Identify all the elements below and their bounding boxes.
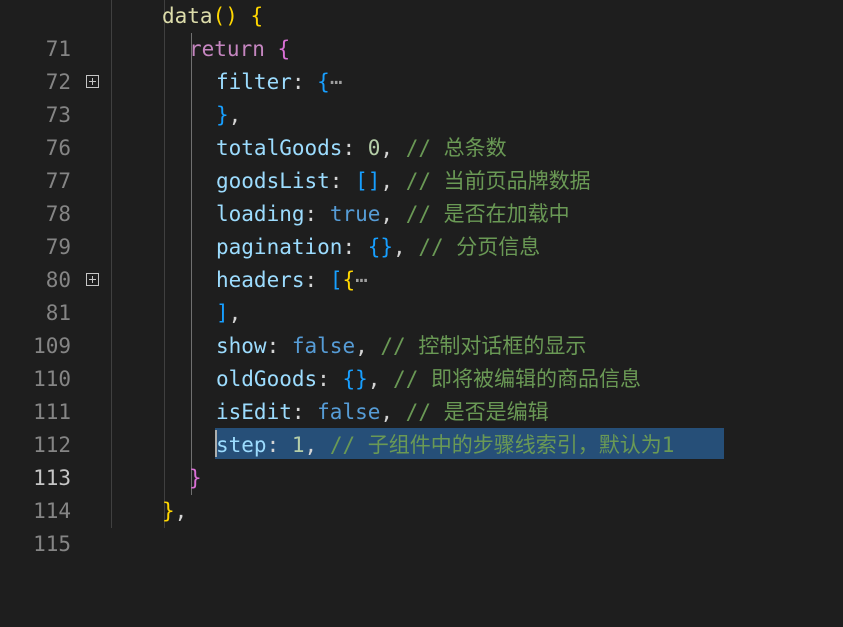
bracket: [ xyxy=(329,268,343,292)
comma: , xyxy=(304,433,330,457)
brace: { xyxy=(264,37,291,61)
paren: () xyxy=(212,4,238,28)
comma: , xyxy=(380,136,406,160)
colon: : xyxy=(266,433,292,457)
property-name: loading xyxy=(216,202,305,226)
property-name: step xyxy=(216,433,267,457)
comma: , xyxy=(228,301,242,325)
code-line-active[interactable]: 113 step: 1, // 子组件中的步骤线索引，默认为1 xyxy=(0,429,843,490)
colon: : xyxy=(317,367,343,391)
code-line[interactable]: 111 oldGoods: {}, // 即将被编辑的商品信息 xyxy=(0,363,843,424)
code-line[interactable]: 77 totalGoods: 0, // 总条数 xyxy=(0,132,843,193)
code-line[interactable]: 80 pagination: {}, // 分页信息 xyxy=(0,231,843,292)
brace: } xyxy=(216,103,229,127)
colon: : xyxy=(304,202,330,226)
code-line[interactable]: 79 loading: true, // 是否在加载中 xyxy=(0,198,843,259)
colon: : xyxy=(304,268,330,292)
function-name: data xyxy=(162,4,213,28)
comment: // 即将被编辑的商品信息 xyxy=(393,367,641,391)
comma: , xyxy=(355,334,381,358)
fold-expand-icon[interactable] xyxy=(86,273,99,286)
comma: , xyxy=(367,367,394,391)
text-cursor xyxy=(215,430,217,457)
value: {} xyxy=(367,235,394,259)
code-line[interactable]: 73 filter: {⋯ xyxy=(0,66,843,127)
colon: : xyxy=(291,70,318,94)
code-line[interactable]: 78 goodsList: [], // 当前页品牌数据 xyxy=(0,165,843,226)
comment: // 是否在加载中 xyxy=(405,202,570,226)
comment: // 子组件中的步骤线索引，默认为1 xyxy=(329,433,675,457)
comma: , xyxy=(380,400,406,424)
colon: : xyxy=(291,400,318,424)
code-line[interactable]: 110 show: false, // 控制对话框的显示 xyxy=(0,330,843,391)
folded-ellipsis-icon[interactable]: ⋯ xyxy=(355,268,368,292)
brace: { xyxy=(342,268,356,292)
property-name: filter xyxy=(216,70,292,94)
property-name: oldGoods xyxy=(216,367,318,391)
colon: : xyxy=(342,136,368,160)
property-name: totalGoods xyxy=(216,136,343,160)
brace: { xyxy=(317,70,330,94)
comma: , xyxy=(393,235,419,259)
keyword: return xyxy=(189,37,265,61)
value: true xyxy=(329,202,381,226)
brace: } xyxy=(162,499,175,523)
value: false xyxy=(317,400,381,424)
comment: // 分页信息 xyxy=(418,235,541,259)
code-line[interactable]: 81 headers: [{⋯ xyxy=(0,264,843,325)
comma: , xyxy=(380,169,406,193)
code-line[interactable]: 76 }, xyxy=(0,99,843,160)
brace: { xyxy=(237,4,264,28)
comment: // 总条数 xyxy=(405,136,507,160)
value: 0 xyxy=(367,136,381,160)
bracket: ] xyxy=(216,301,229,325)
comma: , xyxy=(380,202,406,226)
property-name: goodsList xyxy=(216,169,330,193)
code-line[interactable]: 109 ], xyxy=(0,297,843,358)
folded-ellipsis-icon[interactable]: ⋯ xyxy=(330,70,343,94)
colon: : xyxy=(342,235,368,259)
comment: // 是否是编辑 xyxy=(405,400,549,424)
comma: , xyxy=(174,499,188,523)
comment: // 当前页品牌数据 xyxy=(405,169,591,193)
code-line[interactable]: 71 data() { xyxy=(0,0,843,61)
colon: : xyxy=(329,169,356,193)
property-name: headers xyxy=(216,268,305,292)
brace: } xyxy=(189,466,202,490)
fold-expand-icon[interactable] xyxy=(86,75,99,88)
code-line[interactable]: 114 } xyxy=(0,462,843,523)
value: 1 xyxy=(291,433,305,457)
comment: // 控制对话框的显示 xyxy=(380,334,587,358)
comma: , xyxy=(228,103,242,127)
code-editor[interactable]: 71 data() { 72 return { 73 filter: {⋯ 76… xyxy=(0,0,843,556)
value: [] xyxy=(355,169,381,193)
property-name: isEdit xyxy=(216,400,292,424)
value: {} xyxy=(342,367,368,391)
property-name: pagination xyxy=(216,235,343,259)
property-name: show xyxy=(216,334,267,358)
value: false xyxy=(291,334,356,358)
colon: : xyxy=(266,334,292,358)
code-line[interactable]: 112 isEdit: false, // 是否是编辑 xyxy=(0,396,843,457)
code-line[interactable]: 72 return { xyxy=(0,33,843,94)
code-line[interactable]: 115 }, xyxy=(0,495,843,556)
line-number: 115 xyxy=(33,532,71,556)
